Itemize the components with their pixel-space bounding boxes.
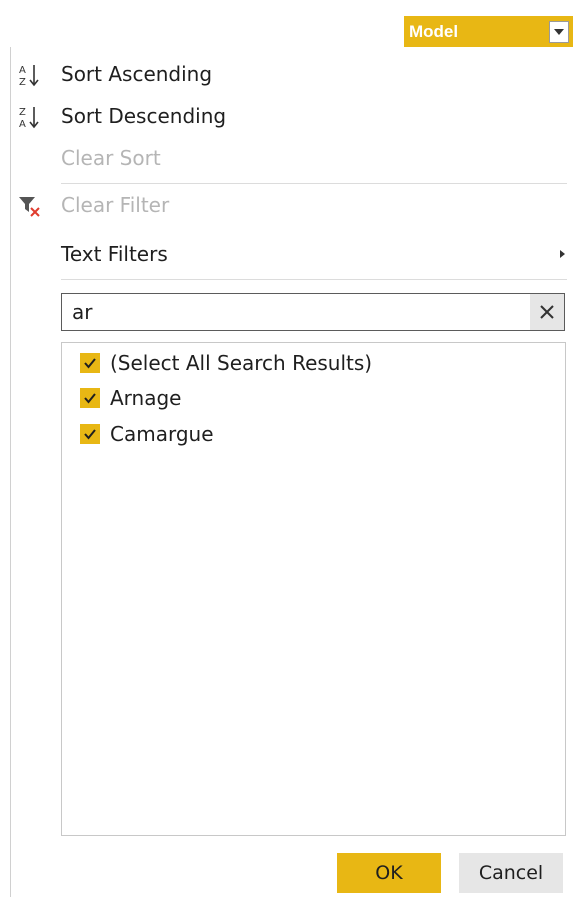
column-filter-dropdown-button[interactable]: [549, 20, 569, 43]
clear-filter-menu-item[interactable]: Clear Filter: [11, 187, 571, 223]
menu-separator: [61, 279, 567, 280]
list-item-label: Camargue: [110, 422, 214, 446]
filter-menu-panel: A Z Sort Ascending Z A Sort Descending C…: [10, 47, 573, 897]
clear-sort-menu-item[interactable]: Clear Sort: [11, 140, 571, 176]
search-box: [61, 293, 565, 331]
list-item-label: Arnage: [110, 386, 182, 410]
sort-descending-menu-item[interactable]: Z A Sort Descending: [11, 98, 571, 134]
sort-descending-label: Sort Descending: [61, 104, 227, 128]
filter-dropdown-screen: Model A Z Sort Ascending Z A Sort Descen…: [0, 0, 573, 897]
checkmark-icon: [84, 429, 96, 440]
checkbox[interactable]: [80, 388, 100, 408]
clear-sort-label: Clear Sort: [61, 146, 161, 170]
menu-separator: [61, 183, 567, 184]
column-header[interactable]: Model: [404, 16, 573, 47]
column-header-label: Model: [409, 21, 459, 41]
sort-descending-icon: Z A: [19, 107, 39, 130]
list-item-label: (Select All Search Results): [110, 351, 373, 375]
search-results-list[interactable]: (Select All Search Results) Arnage Camar…: [61, 342, 566, 836]
clear-search-button[interactable]: [530, 294, 564, 330]
search-input[interactable]: [72, 297, 512, 327]
list-item-arnage[interactable]: Arnage: [80, 383, 181, 413]
ok-button[interactable]: OK: [337, 853, 441, 893]
list-item-select-all[interactable]: (Select All Search Results): [80, 348, 372, 378]
checkbox[interactable]: [80, 424, 100, 444]
sort-ascending-icon: A Z: [19, 65, 39, 88]
clear-filter-icon: [19, 197, 40, 217]
text-filters-label: Text Filters: [61, 242, 168, 266]
checkmark-icon: [84, 393, 96, 404]
close-icon: [540, 305, 554, 319]
svg-text:Z: Z: [19, 77, 26, 88]
sort-ascending-label: Sort Ascending: [61, 62, 213, 86]
svg-text:A: A: [19, 65, 26, 76]
submenu-arrow-icon: [560, 250, 565, 258]
checkmark-icon: [84, 358, 96, 369]
svg-text:Z: Z: [19, 107, 26, 118]
text-filters-menu-item[interactable]: Text Filters: [11, 236, 571, 272]
chevron-down-icon: [554, 28, 564, 35]
clear-filter-label: Clear Filter: [61, 193, 170, 217]
cancel-button[interactable]: Cancel: [459, 853, 563, 893]
checkbox[interactable]: [80, 353, 100, 373]
svg-text:A: A: [19, 119, 26, 130]
list-item-camargue[interactable]: Camargue: [80, 419, 214, 449]
sort-ascending-menu-item[interactable]: A Z Sort Ascending: [11, 56, 571, 92]
